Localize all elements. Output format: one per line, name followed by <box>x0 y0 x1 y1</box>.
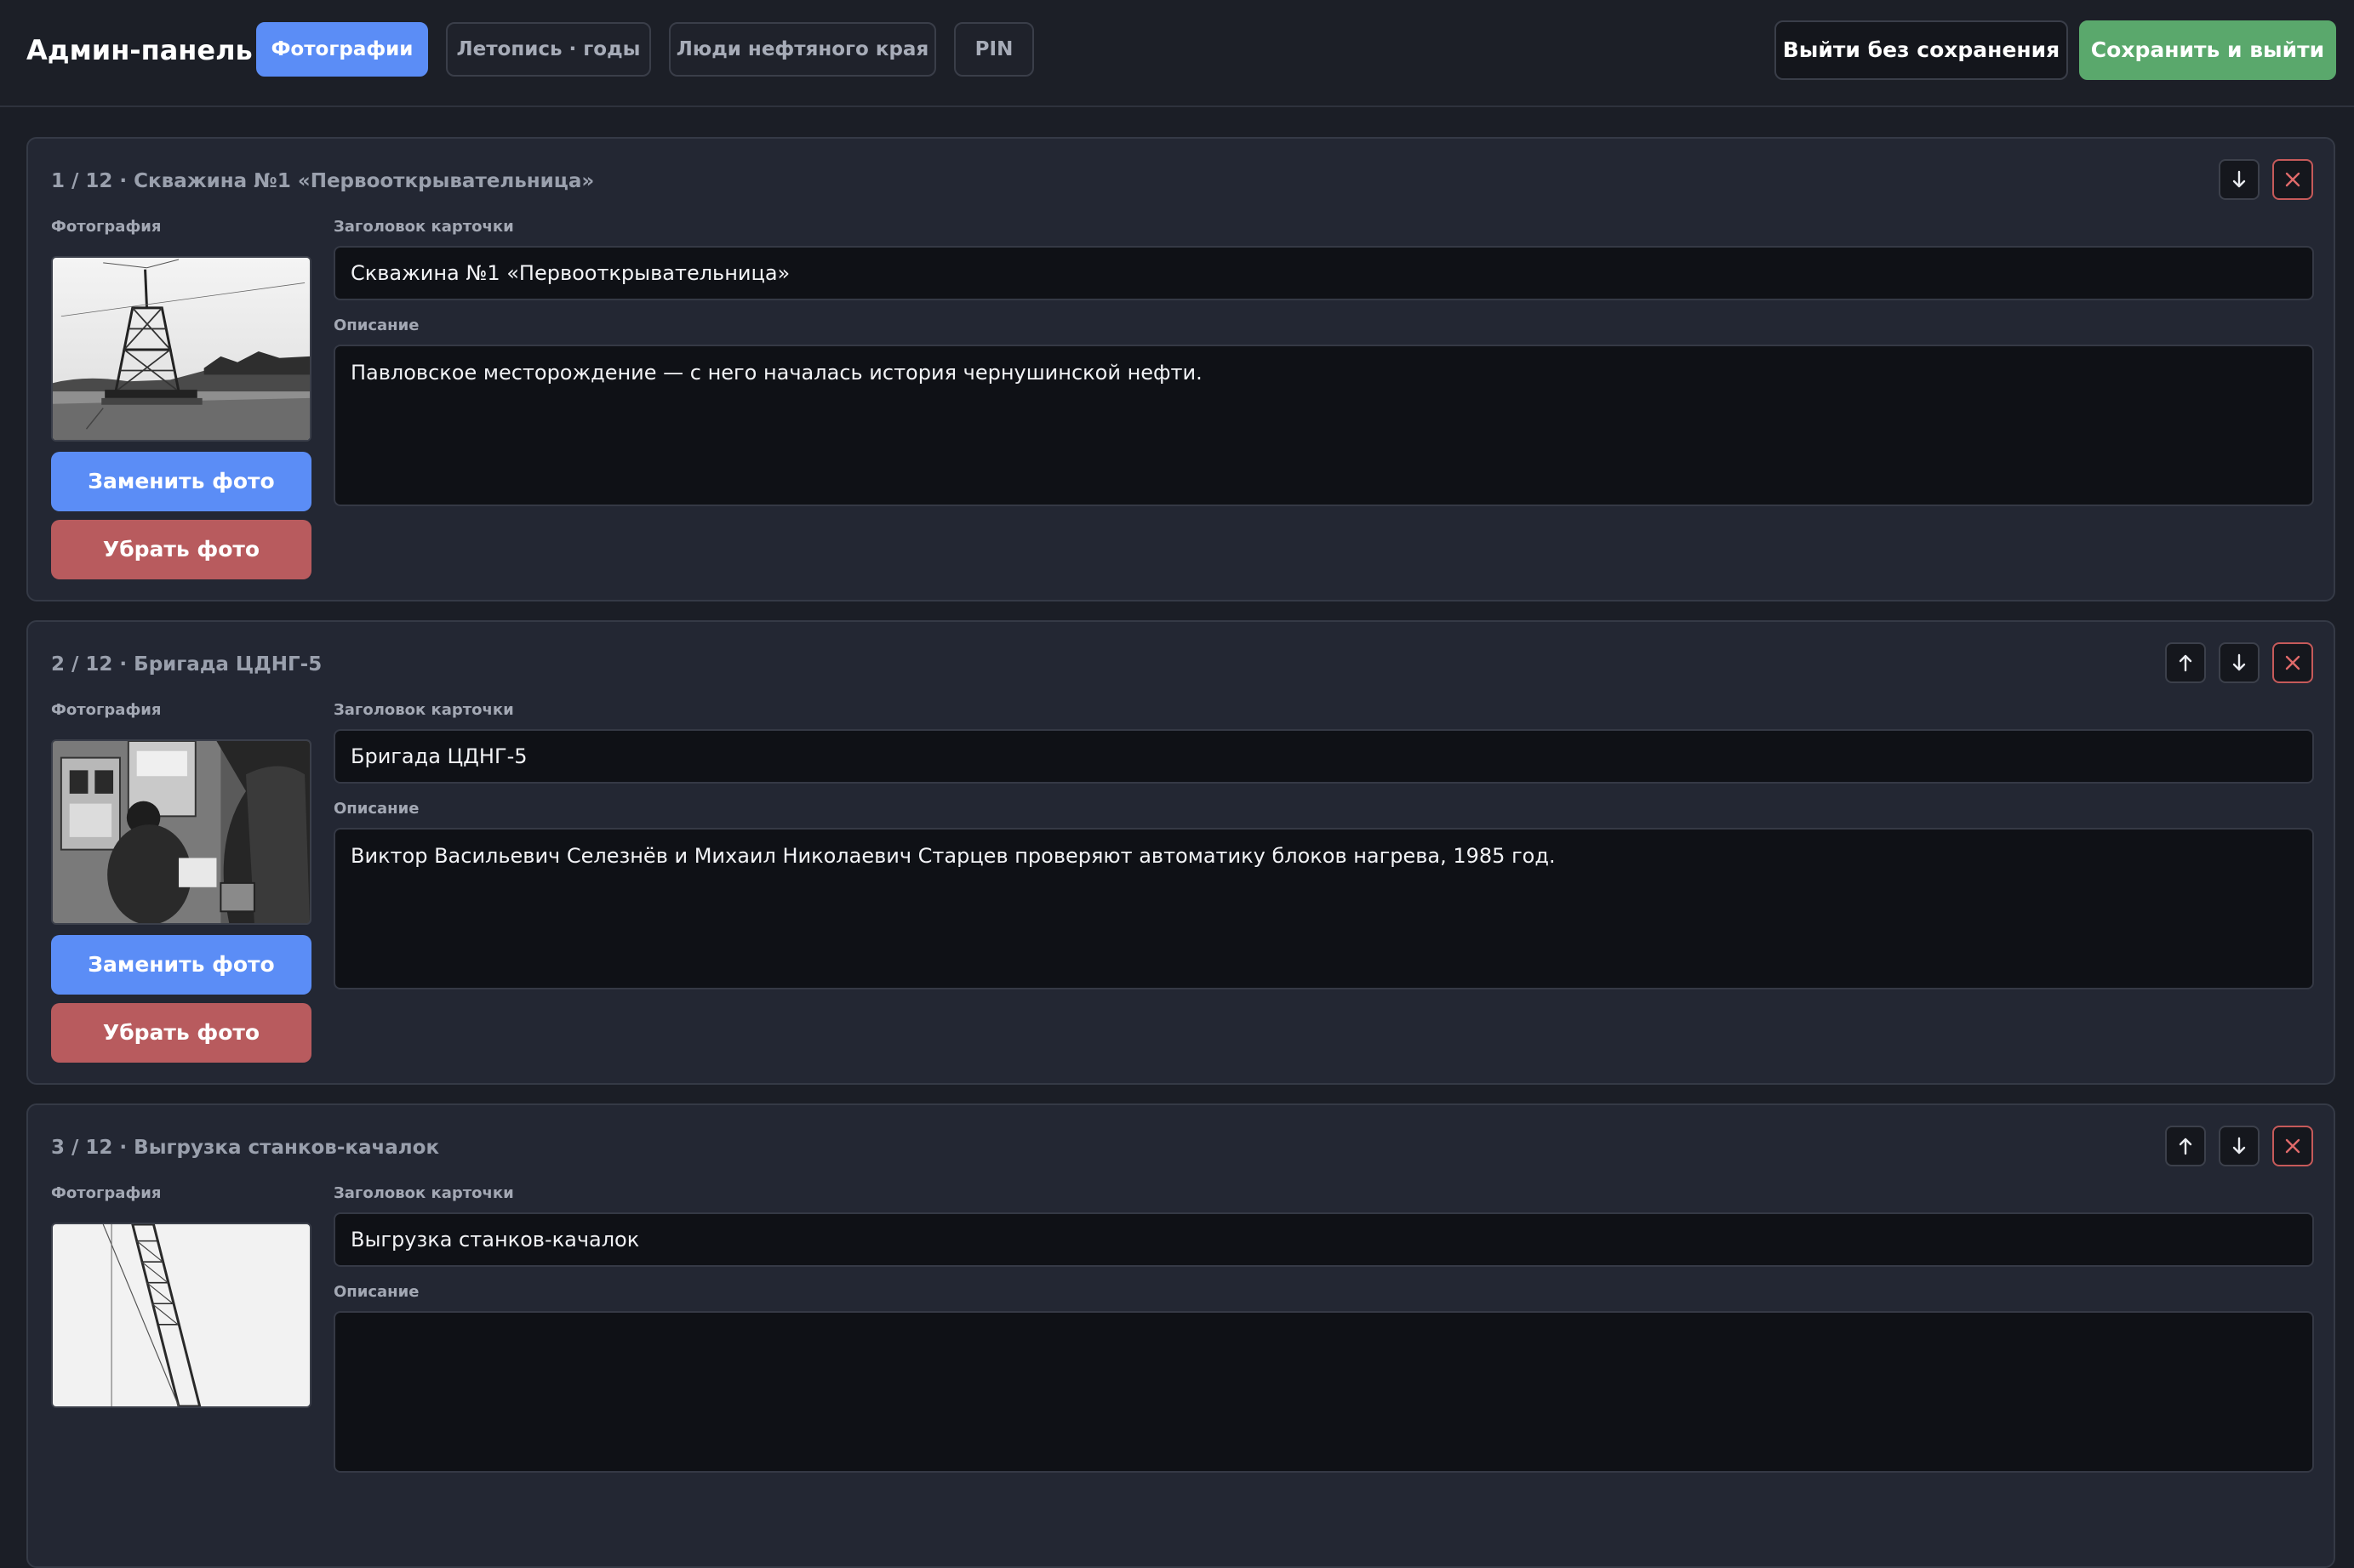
delete-card-button[interactable] <box>2272 1126 2313 1166</box>
card-title-input[interactable]: Выгрузка станков-качалок <box>334 1212 2314 1267</box>
description-textarea[interactable] <box>334 1311 2314 1473</box>
close-icon <box>2285 1138 2300 1154</box>
arrow-down-icon <box>2232 170 2246 188</box>
card-title-label: Заголовок карточки <box>334 1184 514 1202</box>
replace-photo-button[interactable]: Заменить фото <box>51 452 311 511</box>
card-heading: 2 / 12 · Бригада ЦДНГ-5 <box>51 653 323 676</box>
arrow-up-icon <box>2179 654 2192 672</box>
card-heading: 1 / 12 · Скважина №1 «Первооткрывательни… <box>51 170 595 192</box>
photo-card: 1 / 12 · Скважина №1 «Первооткрывательни… <box>26 137 2335 602</box>
exit-without-saving-button[interactable]: Выйти без сохранения <box>1774 20 2068 80</box>
move-down-button[interactable] <box>2219 159 2260 200</box>
save-and-exit-button[interactable]: Сохранить и выйти <box>2079 20 2336 80</box>
description-label: Описание <box>334 1283 420 1301</box>
card-photo <box>51 739 311 925</box>
arrow-down-icon <box>2232 653 2246 671</box>
close-icon <box>2285 655 2300 670</box>
move-up-button[interactable] <box>2165 642 2206 683</box>
card-heading: 3 / 12 · Выгрузка станков-качалок <box>51 1137 440 1159</box>
card-title-label: Заголовок карточки <box>334 701 514 719</box>
photo-label: Фотография <box>51 1184 162 1202</box>
card-title-label: Заголовок карточки <box>334 218 514 236</box>
remove-photo-button[interactable]: Убрать фото <box>51 1003 311 1063</box>
move-up-button[interactable] <box>2165 1126 2206 1166</box>
photo-label: Фотография <box>51 218 162 236</box>
move-down-button[interactable] <box>2219 642 2260 683</box>
card-photo <box>51 256 311 442</box>
remove-photo-button[interactable]: Убрать фото <box>51 520 311 579</box>
description-label: Описание <box>334 800 420 818</box>
top-bar: Админ-панель Фотографии Летопись · годы … <box>0 0 2354 107</box>
card-photo <box>51 1223 311 1408</box>
workers-photo <box>53 741 310 923</box>
description-label: Описание <box>334 316 420 334</box>
description-textarea[interactable]: Павловское месторождение — с него начала… <box>334 345 2314 506</box>
tab-oil-people[interactable]: Люди нефтяного края <box>669 22 936 77</box>
description-textarea[interactable]: Виктор Васильевич Селезнёв и Михаил Нико… <box>334 828 2314 989</box>
card-title-input[interactable]: Скважина №1 «Первооткрывательница» <box>334 246 2314 300</box>
crane-photo <box>53 1224 310 1406</box>
delete-card-button[interactable] <box>2272 159 2313 200</box>
page-title: Админ-панель <box>26 34 253 66</box>
move-down-button[interactable] <box>2219 1126 2260 1166</box>
close-icon <box>2285 172 2300 187</box>
tab-photos[interactable]: Фотографии <box>256 22 428 77</box>
replace-photo-button[interactable]: Заменить фото <box>51 935 311 995</box>
photo-card: 2 / 12 · Бригада ЦДНГ-5 Фотография Замен… <box>26 620 2335 1085</box>
arrow-down-icon <box>2232 1137 2246 1155</box>
arrow-up-icon <box>2179 1138 2192 1155</box>
delete-card-button[interactable] <box>2272 642 2313 683</box>
card-title-input[interactable]: Бригада ЦДНГ-5 <box>334 729 2314 784</box>
photo-card: 3 / 12 · Выгрузка станков-качалок Фотогр… <box>26 1103 2335 1568</box>
tab-pin[interactable]: PIN <box>954 22 1034 77</box>
oil-rig-photo <box>53 258 310 440</box>
photo-label: Фотография <box>51 701 162 719</box>
tab-chronicle-years[interactable]: Летопись · годы <box>446 22 651 77</box>
